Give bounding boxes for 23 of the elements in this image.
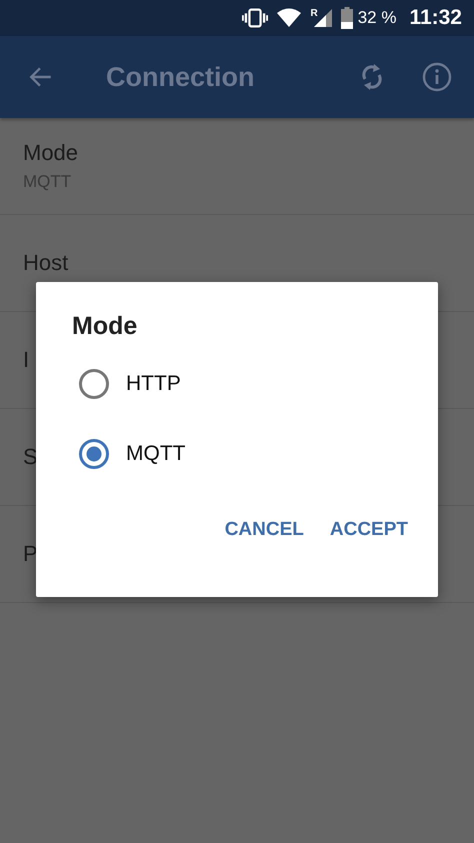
battery-percent: 32 % <box>358 8 396 28</box>
setting-title: Host <box>23 250 68 276</box>
vibrate-icon <box>242 8 268 28</box>
sync-icon[interactable] <box>360 62 384 92</box>
screen-title: Connection <box>106 62 256 92</box>
radio-option[interactable]: MQTT <box>36 419 438 489</box>
wifi-icon <box>277 8 302 28</box>
radio-option[interactable]: HTTP <box>36 349 438 419</box>
setting-title: S <box>23 444 38 470</box>
dialog-title: Mode <box>72 312 138 341</box>
setting-title: Mode <box>23 140 78 166</box>
dialog-button[interactable]: CANCEL <box>218 511 310 549</box>
info-icon[interactable] <box>422 62 452 92</box>
roaming-indicator: R <box>310 9 318 19</box>
radio-button[interactable] <box>78 368 110 400</box>
battery-icon <box>340 7 353 29</box>
radio-button[interactable] <box>78 438 110 470</box>
setting-title: P <box>23 541 38 567</box>
option-label: MQTT <box>126 442 186 466</box>
setting-title: I <box>23 347 30 373</box>
clock-time: 11:32 <box>409 6 462 30</box>
dialog-button[interactable]: ACCEPT <box>324 511 414 549</box>
option-label: HTTP <box>126 372 181 396</box>
